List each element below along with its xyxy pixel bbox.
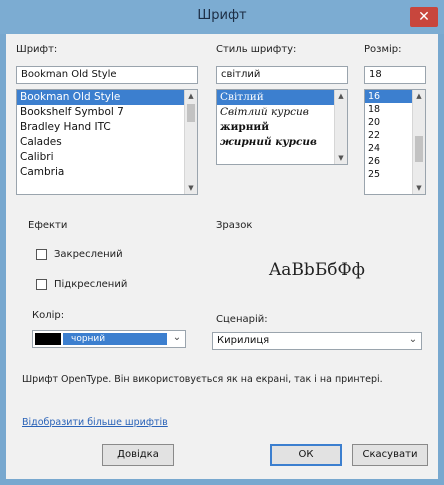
- list-item[interactable]: Bradley Hand ITC: [17, 120, 197, 135]
- script-label: Сценарій:: [216, 314, 268, 325]
- chevron-down-icon: ⌄: [172, 332, 182, 343]
- scroll-up-icon[interactable]: ▲: [185, 90, 197, 102]
- more-fonts-link[interactable]: Відобразити більше шрифтів: [22, 417, 168, 428]
- close-icon[interactable]: ✕: [410, 7, 438, 27]
- ok-button[interactable]: ОК: [270, 444, 342, 466]
- list-item[interactable]: Calibri: [17, 150, 197, 165]
- scroll-down-icon[interactable]: ▼: [335, 152, 347, 164]
- list-item[interactable]: Bookshelf Symbol 7: [17, 105, 197, 120]
- scroll-thumb[interactable]: [415, 136, 423, 162]
- script-select[interactable]: Кирилиця ⌄: [212, 332, 422, 350]
- underline-checkbox[interactable]: [36, 279, 47, 290]
- color-value: чорний: [63, 333, 167, 345]
- font-label: Шрифт:: [16, 44, 58, 55]
- font-name-input[interactable]: Bookman Old Style: [16, 66, 198, 84]
- title-bar[interactable]: Шрифт ✕: [0, 0, 444, 34]
- font-list[interactable]: Bookman Old Style Bookshelf Symbol 7 Bradl…: [16, 89, 198, 195]
- strikethrough-label: Закреслений: [54, 249, 123, 260]
- dialog-body: Шрифт: Bookman Old Style Bookman Old Sty…: [6, 34, 438, 479]
- effects-label: Ефекти: [28, 220, 68, 231]
- style-list-scrollbar[interactable]: ▲ ▼: [334, 90, 347, 164]
- scroll-up-icon[interactable]: ▲: [335, 90, 347, 102]
- strikethrough-checkbox[interactable]: [36, 249, 47, 260]
- sample-preview: AaBbБбФф: [216, 234, 418, 304]
- font-info-text: Шрифт OpenType. Він використовується як …: [22, 374, 383, 385]
- scroll-down-icon[interactable]: ▼: [185, 182, 197, 194]
- window-title: Шрифт: [197, 8, 247, 23]
- scroll-down-icon[interactable]: ▼: [413, 182, 425, 194]
- list-item[interactable]: жирний курсив: [217, 135, 347, 150]
- list-item[interactable]: Cambria: [17, 165, 197, 180]
- style-list[interactable]: Світлий Світлий курсив жирний жирний курсив…: [216, 89, 348, 165]
- size-label: Розмір:: [364, 44, 402, 55]
- color-swatch: [35, 333, 61, 345]
- font-dialog: Шрифт ✕ Шрифт: Bookman Old Style Bookman…: [0, 0, 444, 485]
- font-list-scrollbar[interactable]: ▲ ▼: [184, 90, 197, 194]
- size-list[interactable]: 16 18 20 22 24 26 25 ▲ ▼: [364, 89, 426, 195]
- underline-label: Підкреслений: [54, 279, 128, 290]
- color-label: Колір:: [32, 310, 65, 321]
- list-item[interactable]: жирний: [217, 120, 347, 135]
- size-input[interactable]: 18: [364, 66, 426, 84]
- scroll-thumb[interactable]: [187, 104, 195, 122]
- style-label: Стиль шрифту:: [216, 44, 297, 55]
- list-item[interactable]: Bookman Old Style: [17, 90, 197, 105]
- cancel-button[interactable]: Скасувати: [352, 444, 428, 466]
- chevron-down-icon: ⌄: [408, 334, 418, 345]
- sample-label: Зразок: [216, 220, 253, 231]
- list-item[interactable]: Світлий: [217, 90, 347, 105]
- scroll-up-icon[interactable]: ▲: [413, 90, 425, 102]
- script-value: Кирилиця: [217, 335, 270, 346]
- color-select[interactable]: чорний ⌄: [32, 330, 186, 348]
- list-item[interactable]: Calades: [17, 135, 197, 150]
- style-input[interactable]: світлий: [216, 66, 348, 84]
- list-item[interactable]: Світлий курсив: [217, 105, 347, 120]
- size-list-scrollbar[interactable]: ▲ ▼: [412, 90, 425, 194]
- help-button[interactable]: Довідка: [102, 444, 174, 466]
- sample-text: AaBbБбФф: [269, 260, 365, 280]
